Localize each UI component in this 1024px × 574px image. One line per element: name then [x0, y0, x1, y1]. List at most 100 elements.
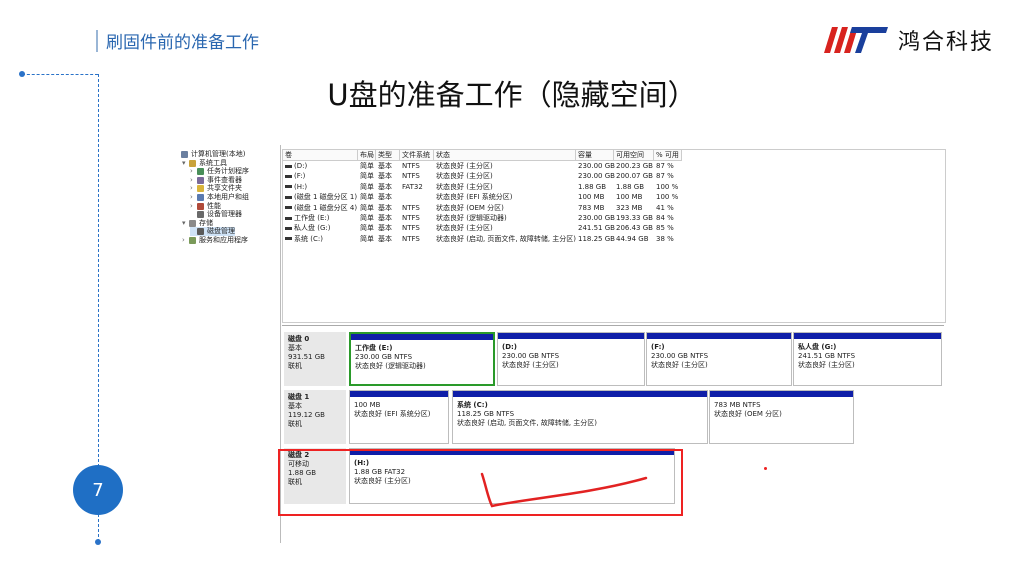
column-header-1[interactable]: 布局 [358, 150, 376, 161]
logo-mark-icon [824, 27, 888, 53]
table-cell: 简单 [360, 193, 374, 202]
partition-status: 状态良好 (主分区) [798, 361, 855, 369]
table-cell: 状态良好 (主分区) [436, 224, 493, 233]
table-row[interactable]: (D:) 简单 基本 NTFS 状态良好 (主分区) 230.00 GB 200.23 GB… [283, 162, 945, 171]
partition-info: 私人盘 (G:) 241.51 GB NTFS 状态良好 (主分区) [798, 343, 855, 370]
partition-color-bar [350, 391, 448, 397]
partition-block[interactable]: 系统 (C:) 118.25 GB NTFS 状态良好 (启动, 页面文件, 故障转… [452, 390, 708, 444]
volume-name-cell: (磁盘 1 磁盘分区 1) [283, 193, 357, 201]
table-row[interactable]: (H:) 简单 基本 FAT32 状态良好 (主分区) 1.88 GB 1.88 GB 100… [283, 183, 945, 192]
table-cell: 206.43 GB [616, 224, 653, 233]
volume-name: (磁盘 1 磁盘分区 4) [294, 203, 358, 212]
disk-status: 联机 [288, 420, 302, 428]
table-cell: 100 MB [616, 193, 643, 202]
table-cell: 230.00 GB [578, 162, 615, 170]
disk-label-0[interactable]: 磁盘 0 基本 931.51 GB 联机 [284, 332, 346, 386]
column-header-2[interactable]: 类型 [376, 150, 400, 161]
volume-name-cell: 系统 (C:) [283, 235, 323, 243]
table-cell: 100 MB [578, 193, 605, 202]
partition-color-bar [710, 391, 853, 397]
volume-icon [285, 206, 292, 210]
partition-status: 状态良好 (OEM 分区) [714, 410, 782, 418]
volume-name-cell: (H:) [283, 183, 307, 191]
partition-title: 系统 (C:) [457, 401, 488, 409]
table-row[interactable]: (磁盘 1 磁盘分区 1) 简单 基本 状态良好 (EFI 系统分区) 100 MB 10… [283, 193, 945, 202]
computer-icon [181, 151, 188, 158]
chevron-icon[interactable]: › [182, 236, 188, 245]
table-cell: 简单 [360, 172, 374, 181]
table-cell: 基本 [378, 214, 392, 222]
partition-size: 230.00 GB NTFS [502, 352, 560, 360]
chevron-icon[interactable]: ▾ [182, 219, 188, 228]
page-number-badge: 7 [73, 465, 123, 515]
table-cell: 230.00 GB [578, 172, 615, 181]
red-annotation-dot [764, 467, 767, 470]
column-header-6[interactable]: 可用空间 [614, 150, 654, 161]
device-icon [197, 211, 204, 219]
disk-name: 磁盘 0 [288, 335, 310, 343]
column-header-4[interactable]: 状态 [434, 150, 576, 161]
partition-status: 状态良好 (启动, 页面文件, 故障转储, 主分区) [457, 419, 598, 427]
volume-name-cell: 私人盘 (G:) [283, 224, 330, 232]
table-cell: 1.88 GB [616, 182, 645, 191]
partition-size: 230.00 GB NTFS [355, 353, 413, 361]
partition-color-bar [647, 333, 791, 339]
table-cell: 状态良好 (逻辑驱动器) [436, 214, 507, 222]
column-header-5[interactable]: 容量 [576, 150, 614, 161]
table-cell: 38 % [656, 234, 674, 243]
storage-icon [189, 219, 196, 227]
column-header-0[interactable]: 卷 [283, 150, 358, 161]
company-logo: 鸿合科技 [818, 20, 994, 60]
table-cell: 44.94 GB [616, 234, 649, 243]
disk-name: 磁盘 1 [288, 393, 310, 401]
table-row[interactable]: (磁盘 1 磁盘分区 4) 简单 基本 NTFS 状态良好 (OEM 分区) 783 MB… [283, 204, 945, 213]
partition-info: (D:) 230.00 GB NTFS 状态良好 (主分区) [502, 343, 559, 370]
volume-icon [285, 226, 292, 230]
partition-block[interactable]: 私人盘 (G:) 241.51 GB NTFS 状态良好 (主分区) [793, 332, 942, 386]
column-header-3[interactable]: 文件系统 [400, 150, 434, 161]
disk-type: 基本 [288, 402, 302, 410]
partition-block[interactable]: 100 MB 状态良好 (EFI 系统分区) [349, 390, 449, 444]
performance-icon [197, 202, 204, 210]
partition-color-bar [453, 391, 707, 397]
table-cell: 简单 [360, 224, 374, 233]
tools-icon [189, 159, 196, 167]
chevron-icon[interactable]: ▾ [182, 159, 188, 168]
disk-label-1[interactable]: 磁盘 1 基本 119.12 GB 联机 [284, 390, 346, 444]
table-cell: NTFS [402, 203, 420, 212]
volume-name: (H:) [294, 182, 308, 191]
partition-block[interactable]: (F:) 230.00 GB NTFS 状态良好 (主分区) [646, 332, 792, 386]
volume-icon [285, 195, 292, 199]
volume-name: (F:) [294, 172, 306, 181]
partition-block[interactable]: 工作盘 (E:) 230.00 GB NTFS 状态良好 (逻辑驱动器) [349, 332, 495, 386]
partition-info: 783 MB NTFS 状态良好 (OEM 分区) [714, 401, 782, 419]
table-cell: NTFS [402, 214, 420, 222]
volume-name: 工作盘 (E:) [294, 214, 330, 222]
table-cell: FAT32 [402, 182, 423, 191]
partition-title: (F:) [651, 343, 665, 351]
table-cell: NTFS [402, 162, 420, 170]
table-cell: NTFS [402, 224, 420, 233]
partition-title: 私人盘 (G:) [798, 343, 837, 351]
volume-name-cell: (D:) [283, 162, 307, 170]
column-header-7[interactable]: % 可用 [654, 150, 682, 161]
partition-size: 241.51 GB NTFS [798, 352, 856, 360]
services-icon [189, 237, 196, 244]
volume-icon [285, 164, 292, 168]
volume-icon [285, 237, 292, 241]
table-row[interactable]: (F:) 简单 基本 NTFS 状态良好 (主分区) 230.00 GB 200.07 GB… [283, 172, 945, 181]
tree-item-10[interactable]: › 服务和应用程序 [182, 236, 248, 245]
table-row[interactable]: 系统 (C:) 简单 基本 NTFS 状态良好 (启动, 页面文件, 故障转储, 主分区… [283, 235, 945, 244]
red-annotation-stroke [480, 472, 648, 508]
table-cell: NTFS [402, 234, 420, 243]
table-row[interactable]: 工作盘 (E:) 简单 基本 NTFS 状态良好 (逻辑驱动器) 230.00 GB 193… [283, 214, 945, 223]
logo-text: 鸿合科技 [898, 30, 995, 55]
navigation-tree: 计算机管理(本地) ▾ 系统工具 › 任务计划程序 › 事件查看器 › 共享文件夹 › 本地用户和组… [170, 145, 281, 543]
partition-block[interactable]: 783 MB NTFS 状态良好 (OEM 分区) [709, 390, 854, 444]
partition-block[interactable]: (D:) 230.00 GB NTFS 状态良好 (主分区) [497, 332, 645, 386]
table-cell: 基本 [378, 193, 392, 202]
table-row[interactable]: 私人盘 (G:) 简单 基本 NTFS 状态良好 (主分区) 241.51 GB 206.4… [283, 224, 945, 233]
partition-info: 系统 (C:) 118.25 GB NTFS 状态良好 (启动, 页面文件, 故障转… [457, 401, 597, 428]
table-cell: 状态良好 (OEM 分区) [436, 203, 504, 212]
table-cell: 85 % [656, 224, 674, 233]
